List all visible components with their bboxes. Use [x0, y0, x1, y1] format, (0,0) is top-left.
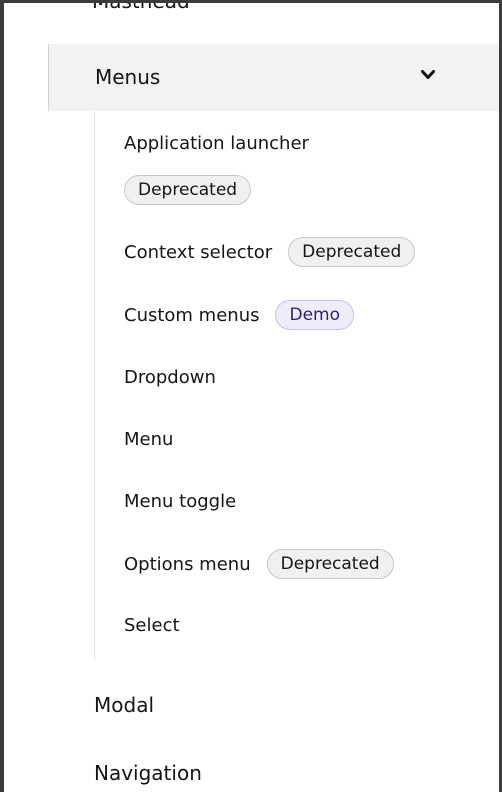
nav-item-label: Select: [124, 615, 180, 636]
chevron-down-icon: [421, 70, 435, 79]
nav-item-menu[interactable]: Menu: [124, 429, 173, 450]
deprecated-badge: Deprecated: [124, 175, 252, 205]
nav-item-application-launcher[interactable]: Application launcher: [124, 133, 309, 154]
deprecated-badge: Deprecated: [266, 549, 394, 579]
nav-item-context-selector[interactable]: Context selector Deprecated: [124, 237, 416, 267]
demo-badge: Demo: [275, 300, 354, 330]
nav-item-dropdown[interactable]: Dropdown: [124, 367, 216, 388]
nav-item-label: Menu: [124, 429, 174, 450]
deprecated-badge: Deprecated: [288, 237, 416, 267]
nav-item-label: Menu toggle: [124, 491, 237, 512]
nav-item-navigation[interactable]: Navigation: [94, 761, 202, 785]
nav-item-options-menu[interactable]: Options menu Deprecated: [124, 549, 394, 579]
nav-item-label: Application launcher: [124, 133, 309, 154]
sidebar-panel: Masthead Menus Application launcher Depr…: [0, 0, 502, 792]
nav-item-label: Options menu: [124, 553, 251, 575]
nav-item-label: Custom menus: [124, 304, 260, 326]
nav-item-label: Dropdown: [124, 367, 216, 388]
application-launcher-badge-row: Deprecated: [124, 175, 252, 205]
menus-submenu: Application launcher Deprecated Context …: [94, 111, 499, 659]
nav-group-label: Menus: [95, 65, 161, 89]
nav-item-custom-menus[interactable]: Custom menus Demo: [124, 300, 354, 330]
nav-item-menu-toggle[interactable]: Menu toggle: [124, 491, 236, 512]
nav-item-label: Context selector: [124, 241, 273, 263]
nav-item-modal[interactable]: Modal: [94, 693, 154, 717]
nav-item-masthead[interactable]: Masthead: [92, 3, 190, 13]
nav-item-select[interactable]: Select: [124, 615, 180, 636]
nav-group-menus-toggle[interactable]: Menus: [48, 44, 499, 111]
